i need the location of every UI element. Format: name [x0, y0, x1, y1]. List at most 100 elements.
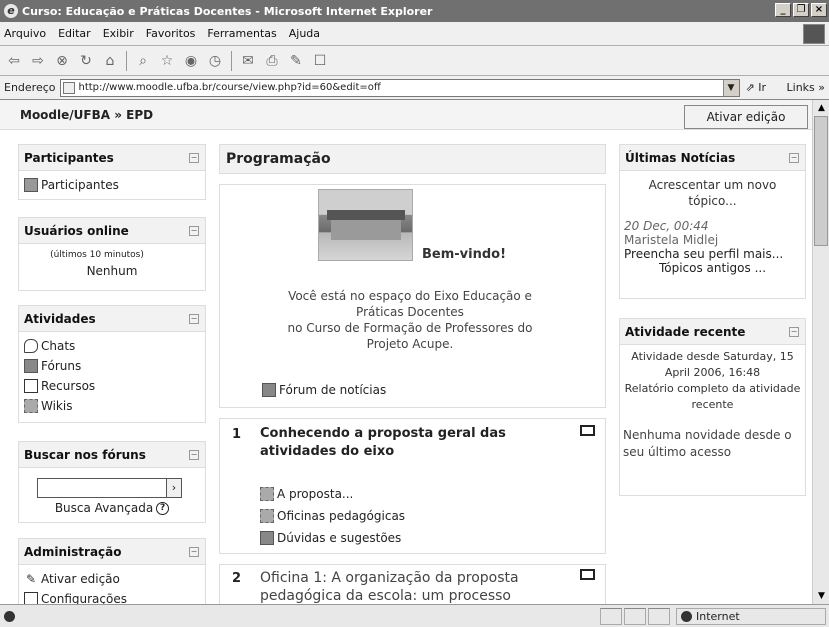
collapse-icon[interactable]: − [189, 547, 199, 557]
news-forum-link[interactable]: Fórum de notícias [262, 383, 386, 397]
block-title: Buscar nos fóruns [24, 448, 146, 462]
topic-title[interactable]: Oficina 1: A organização da proposta ped… [260, 569, 550, 604]
add-topic-link[interactable]: Acrescentar um novo tópico... [624, 177, 801, 209]
search-forums-block: Buscar nos fóruns − › Busca Avançada ? [18, 441, 206, 523]
status-cell [600, 607, 622, 625]
menu-editar[interactable]: Editar [58, 27, 91, 40]
block-title: Últimas Notícias [625, 151, 736, 165]
address-field[interactable]: http://www.moodle.ufba.br/course/view.ph… [59, 78, 740, 97]
topic-number: 2 [232, 571, 242, 586]
home-icon[interactable]: ⌂ [102, 53, 118, 69]
refresh-icon[interactable]: ↻ [78, 53, 94, 69]
recent-since: Atividade desde Saturday, 15 April 2006,… [631, 350, 794, 379]
vertical-scrollbar[interactable]: ▲ ▼ [812, 100, 829, 604]
forward-icon[interactable]: ⇨ [30, 53, 46, 69]
highlight-toggle-icon[interactable] [580, 425, 595, 436]
topic-item-link[interactable]: Oficinas pedagógicas [260, 505, 405, 527]
highlight-toggle-icon[interactable] [580, 569, 595, 580]
menu-ferramentas[interactable]: Ferramentas [207, 27, 276, 40]
menu-arquivo[interactable]: Arquivo [4, 27, 46, 40]
admin-edit-link[interactable]: ✎ Ativar edição [24, 569, 200, 589]
address-bar: Endereço http://www.moodle.ufba.br/cours… [0, 76, 829, 100]
forum-icon [260, 531, 274, 545]
scroll-thumb[interactable] [814, 116, 828, 246]
activities-block: Atividades − Chats Fóruns Recursos Wikis [18, 305, 206, 423]
advanced-search-link[interactable]: Busca Avançada [55, 501, 153, 515]
activity-wikis[interactable]: Wikis [24, 396, 200, 416]
scroll-down-icon[interactable]: ▼ [813, 588, 829, 604]
history-icon[interactable]: ◷ [207, 53, 223, 69]
page-content: Moodle/UFBA » EPD Ativar edição Particip… [0, 100, 812, 604]
recent-activity-block: Atividade recente − Atividade desde Satu… [619, 318, 806, 496]
scroll-up-icon[interactable]: ▲ [813, 100, 829, 116]
minimize-button[interactable]: _ [775, 3, 791, 17]
topic-number: 1 [232, 427, 242, 442]
collapse-icon[interactable]: − [789, 153, 799, 163]
search-input[interactable] [37, 478, 167, 498]
menu-favoritos[interactable]: Favoritos [146, 27, 196, 40]
admin-settings-link[interactable]: Configurações [24, 589, 200, 604]
topic-item-link[interactable]: Dúvidas e sugestões [260, 527, 405, 549]
topic-item-label: A proposta... [277, 487, 354, 501]
news-forum-label: Fórum de notícias [279, 383, 387, 397]
chat-icon [24, 339, 38, 353]
collapse-icon[interactable]: − [189, 450, 199, 460]
search-icon[interactable]: ⌕ [135, 53, 151, 69]
print-icon[interactable]: ⎙ [264, 53, 280, 69]
collapse-icon[interactable]: − [789, 327, 799, 337]
status-cell [624, 607, 646, 625]
older-topics-link[interactable]: Tópicos antigos ... [624, 261, 801, 275]
windows-logo-icon [803, 24, 825, 44]
welcome-section: Bem-vindo! Você está no espaço do Eixo E… [219, 184, 606, 408]
media-icon[interactable]: ◉ [183, 53, 199, 69]
intro-line: Projeto Acupe. [366, 337, 454, 351]
window-controls: _ ❐ × [775, 3, 827, 17]
address-url[interactable]: http://www.moodle.ufba.br/course/view.ph… [79, 82, 381, 93]
collapse-icon[interactable]: − [189, 314, 199, 324]
status-bar: Internet [0, 604, 829, 627]
window-titlebar: e Curso: Educação e Práticas Docentes - … [0, 0, 829, 22]
activity-chats[interactable]: Chats [24, 336, 200, 356]
search-go-button[interactable]: › [167, 478, 182, 498]
discuss-icon[interactable]: ☐ [312, 53, 328, 69]
stop-icon[interactable]: ⊗ [54, 53, 70, 69]
news-date: 20 Dec, 00:44 [624, 219, 709, 233]
administration-block: Administração − ✎ Ativar edição Configur… [18, 538, 206, 604]
mail-icon[interactable]: ✉ [240, 53, 256, 69]
address-dropdown-icon[interactable]: ▼ [722, 79, 739, 96]
links-button[interactable]: Links » [787, 81, 825, 94]
collapse-icon[interactable]: − [189, 153, 199, 163]
menu-exibir[interactable]: Exibir [103, 27, 134, 40]
internet-globe-icon [681, 611, 692, 622]
block-title: Atividade recente [625, 325, 746, 339]
intro-line: Práticas Docentes [356, 305, 464, 319]
restore-button[interactable]: ❐ [793, 3, 809, 17]
topic-item-link[interactable]: A proposta... [260, 483, 405, 505]
page-header: Moodle/UFBA » EPD Ativar edição [0, 100, 812, 130]
activity-resources[interactable]: Recursos [24, 376, 200, 396]
close-button[interactable]: × [811, 3, 827, 17]
full-report-link[interactable]: Relatório completo da atividade recente [623, 381, 802, 413]
users-icon [24, 178, 38, 192]
go-button[interactable]: ⇗ Ir [746, 81, 767, 94]
back-icon[interactable]: ⇦ [6, 53, 22, 69]
topic-item-label: Dúvidas e sugestões [277, 531, 402, 545]
help-icon[interactable]: ? [156, 501, 170, 515]
toolbar-separator [231, 50, 232, 71]
block-header: Últimas Notícias − [620, 145, 805, 171]
edit-mode-button[interactable]: Ativar edição [684, 105, 808, 129]
breadcrumb[interactable]: Moodle/UFBA » EPD [20, 108, 153, 122]
menu-ajuda[interactable]: Ajuda [289, 27, 320, 40]
activity-label: Fóruns [41, 359, 82, 373]
document-icon [24, 379, 38, 393]
edit-icon[interactable]: ✎ [288, 53, 304, 69]
settings-icon [24, 592, 38, 604]
collapse-icon[interactable]: − [189, 226, 199, 236]
topic-section: 2 Oficina 1: A organização da proposta p… [219, 564, 606, 604]
activity-forums[interactable]: Fóruns [24, 356, 200, 376]
news-item-link[interactable]: Preencha seu perfil mais... [624, 247, 801, 261]
favorites-icon[interactable]: ☆ [159, 53, 175, 69]
school-photo [318, 189, 413, 261]
go-label: Ir [758, 81, 766, 94]
participants-link[interactable]: Participantes [24, 175, 200, 195]
